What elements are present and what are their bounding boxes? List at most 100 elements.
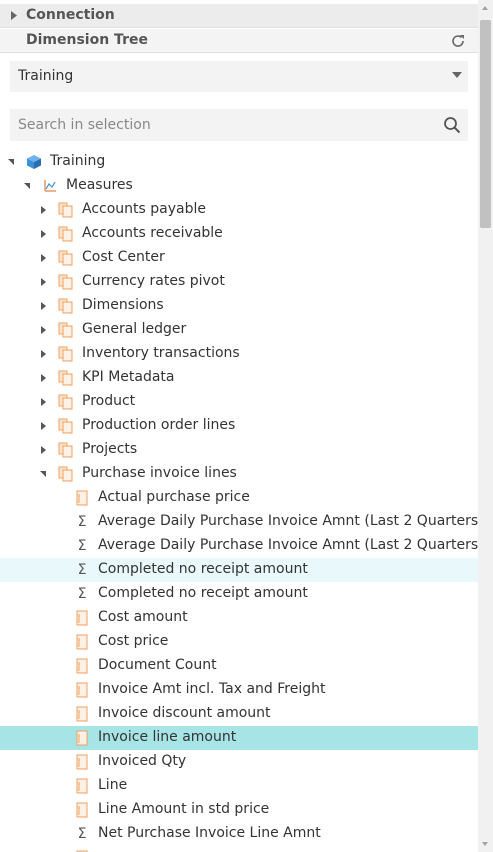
measure-icon bbox=[74, 682, 90, 698]
dimension-tree: Training Measures Accounts payable Accounts… bbox=[0, 150, 478, 852]
tree-measure-group-item[interactable]: Accounts receivable bbox=[0, 222, 478, 246]
tree-measure-item[interactable]: Cost price bbox=[0, 630, 478, 654]
chevron-right-icon[interactable] bbox=[41, 278, 46, 286]
tree-measure-item[interactable]: Cost amount bbox=[0, 606, 478, 630]
tree-item-label: Invoiced Qty bbox=[98, 753, 187, 769]
tree-measure-item[interactable]: Actual purchase price bbox=[0, 486, 478, 510]
tree-item-label: Net Purchase Invoice Line Amnt bbox=[98, 825, 321, 841]
dimension-panel: Connection Dimension Tree Training Train… bbox=[0, 0, 478, 852]
measure-icon bbox=[74, 610, 90, 626]
tree-measure-group-item[interactable]: Dimensions bbox=[0, 294, 478, 318]
tree-measure-group-item[interactable]: KPI Metadata bbox=[0, 366, 478, 390]
tree-measure-item[interactable]: Σ Completed no receipt amount bbox=[0, 582, 478, 606]
tree-item-label: Accounts payable bbox=[82, 201, 206, 217]
chevron-right-icon[interactable] bbox=[41, 206, 46, 214]
tree-measure-group-item[interactable]: Inventory transactions bbox=[0, 342, 478, 366]
sigma-icon: Σ bbox=[77, 586, 87, 602]
dimension-tree-section-label: Dimension Tree bbox=[26, 32, 148, 48]
measure-icon bbox=[74, 490, 90, 506]
tree-item-label: Inventory transactions bbox=[82, 345, 240, 361]
measure-group-icon bbox=[58, 202, 74, 218]
measure-group-icon bbox=[58, 322, 74, 338]
tree-measure-item[interactable]: Line bbox=[0, 774, 478, 798]
measure-group-icon bbox=[58, 298, 74, 314]
measure-icon bbox=[74, 778, 90, 794]
tree-item-label: Purchase invoice lines bbox=[82, 465, 237, 481]
refresh-icon[interactable] bbox=[450, 33, 466, 49]
tree-measure-item[interactable]: Invoiced Qty bbox=[0, 750, 478, 774]
measures-chart-icon bbox=[42, 178, 58, 194]
measure-group-icon bbox=[58, 226, 74, 242]
measure-icon bbox=[74, 754, 90, 770]
chevron-right-icon[interactable] bbox=[41, 230, 46, 238]
tree-measure-item[interactable]: Document Count bbox=[0, 654, 478, 678]
chevron-right-icon[interactable] bbox=[41, 374, 46, 382]
expand-open-icon[interactable] bbox=[8, 159, 14, 165]
search-icon[interactable] bbox=[443, 116, 461, 134]
measure-group-icon bbox=[58, 394, 74, 410]
chevron-right-icon[interactable] bbox=[41, 254, 46, 262]
tree-item-label: Invoice discount amount bbox=[98, 705, 271, 721]
vertical-scrollbar[interactable] bbox=[478, 0, 493, 852]
tree-item-label: Projects bbox=[82, 441, 138, 457]
tree-item-label: Cost Center bbox=[82, 249, 165, 265]
scroll-down-arrow-icon[interactable] bbox=[482, 842, 488, 846]
scrollbar-thumb[interactable] bbox=[480, 20, 491, 228]
measure-icon bbox=[74, 634, 90, 650]
scroll-up-arrow-icon[interactable] bbox=[482, 6, 488, 10]
tree-measure-group-item[interactable]: General ledger bbox=[0, 318, 478, 342]
tree-item-label: Cost amount bbox=[98, 609, 188, 625]
tree-item-label: General ledger bbox=[82, 321, 187, 337]
chevron-right-icon[interactable] bbox=[41, 422, 46, 430]
chevron-right-icon[interactable] bbox=[41, 398, 46, 406]
tree-measure-group-item[interactable]: Production order lines bbox=[0, 414, 478, 438]
tree-measure-item[interactable]: Invoice discount amount bbox=[0, 702, 478, 726]
dimension-tree-section-header[interactable]: Dimension Tree bbox=[0, 29, 478, 53]
chevron-right-icon[interactable] bbox=[41, 326, 46, 334]
tree-item-label: Production order lines bbox=[82, 417, 236, 433]
tree-measure-item[interactable]: Invoice Amt incl. Tax and Freight bbox=[0, 678, 478, 702]
tree-node[interactable]: Training bbox=[0, 150, 478, 174]
chevron-right-icon bbox=[11, 11, 17, 20]
tree-item-label: Invoice Amt incl. Tax and Freight bbox=[98, 681, 326, 697]
cube-select-dropdown[interactable]: Training bbox=[10, 61, 468, 92]
tree-item-label: Line Amount in std price bbox=[98, 801, 270, 817]
tree-item-label: Product bbox=[82, 393, 136, 409]
tree-measure-group-item[interactable]: Product bbox=[0, 390, 478, 414]
tree-item-label: Training bbox=[50, 153, 106, 169]
chevron-right-icon[interactable] bbox=[41, 350, 46, 358]
measure-icon bbox=[74, 730, 90, 746]
chevron-right-icon[interactable] bbox=[41, 302, 46, 310]
tree-measure-item[interactable] bbox=[0, 846, 478, 852]
tree-item-label: Completed no receipt amount bbox=[98, 585, 308, 601]
tree-measure-group-item[interactable]: Projects bbox=[0, 438, 478, 462]
tree-measure-group-item[interactable]: Purchase invoice lines bbox=[0, 462, 478, 486]
tree-measure-group-item[interactable]: Currency rates pivot bbox=[0, 270, 478, 294]
tree-measure-group-item[interactable]: Accounts payable bbox=[0, 198, 478, 222]
tree-item-label: KPI Metadata bbox=[82, 369, 175, 385]
expand-open-icon[interactable] bbox=[40, 471, 46, 477]
chevron-down-icon bbox=[452, 72, 462, 78]
tree-measure-item[interactable]: Σ Completed no receipt amount bbox=[0, 558, 478, 582]
tree-measure-item[interactable]: Line Amount in std price bbox=[0, 798, 478, 822]
tree-measure-item[interactable]: Σ Average Daily Purchase Invoice Amnt (La… bbox=[0, 534, 478, 558]
measure-group-icon bbox=[58, 274, 74, 290]
tree-measure-item[interactable]: Σ Average Daily Purchase Invoice Amnt (La… bbox=[0, 510, 478, 534]
tree-item-label: Currency rates pivot bbox=[82, 273, 225, 289]
sigma-icon: Σ bbox=[77, 562, 87, 578]
connection-section-header[interactable]: Connection bbox=[0, 4, 478, 28]
measure-group-icon bbox=[58, 346, 74, 362]
tree-node[interactable]: Measures bbox=[0, 174, 478, 198]
expand-open-icon[interactable] bbox=[24, 183, 30, 189]
measure-group-icon bbox=[58, 442, 74, 458]
tree-measure-item[interactable]: Invoice line amount bbox=[0, 726, 478, 750]
tree-measure-group-item[interactable]: Cost Center bbox=[0, 246, 478, 270]
search-input[interactable] bbox=[10, 109, 446, 141]
chevron-right-icon[interactable] bbox=[41, 446, 46, 454]
tree-item-label: Invoice line amount bbox=[98, 729, 237, 745]
measure-icon bbox=[74, 706, 90, 722]
tree-item-label: Average Daily Purchase Invoice Amnt (Las… bbox=[98, 537, 478, 553]
tree-measure-item[interactable]: Σ Net Purchase Invoice Line Amnt bbox=[0, 822, 478, 846]
tree-item-label: Average Daily Purchase Invoice Amnt (Las… bbox=[98, 513, 478, 529]
sigma-icon: Σ bbox=[77, 826, 87, 842]
